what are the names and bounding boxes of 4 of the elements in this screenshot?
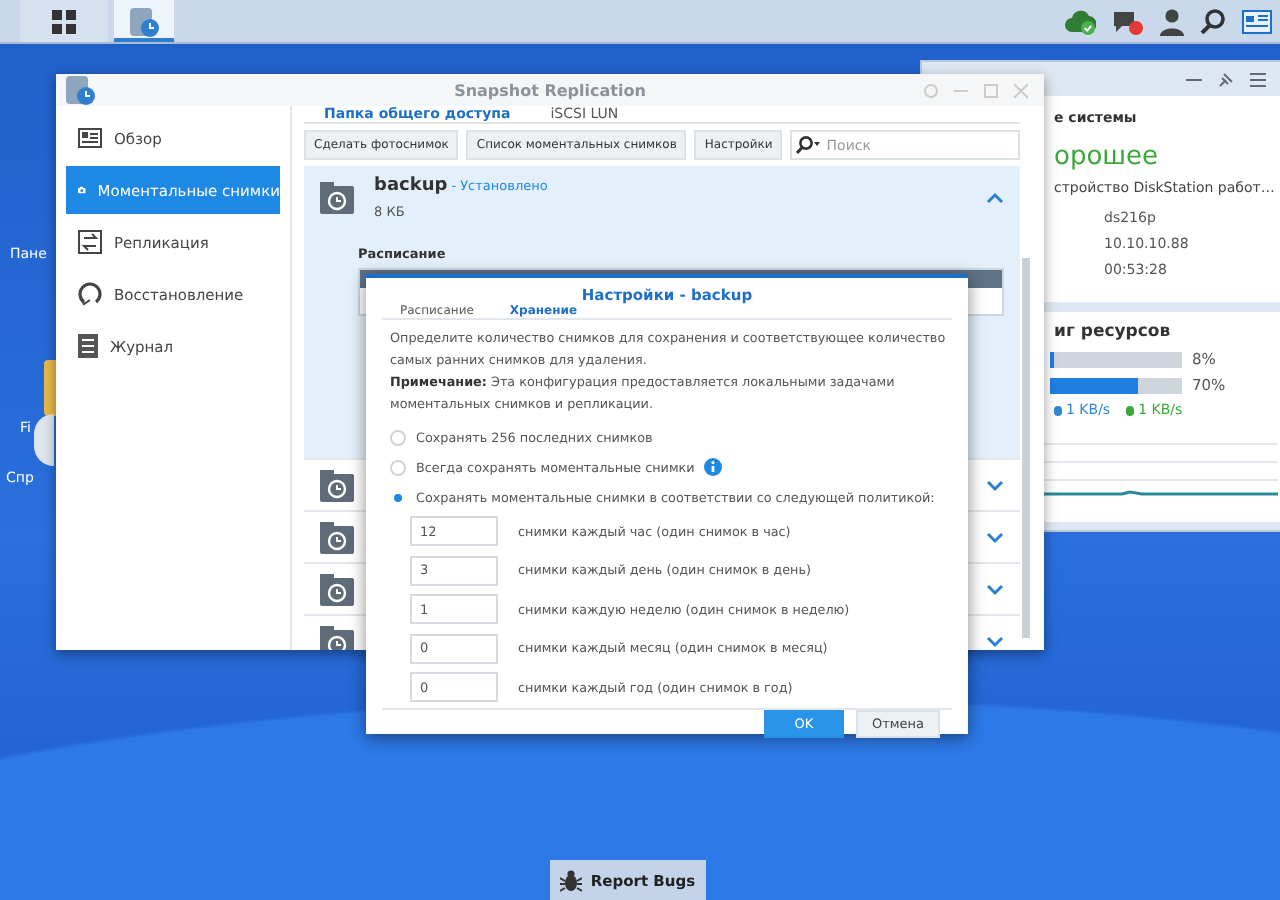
share-name: backup: [374, 176, 448, 196]
health-status: орошее: [1054, 142, 1161, 172]
section-heading: иг ресурсов: [1054, 322, 1173, 342]
window-title: Snapshot Replication: [452, 81, 648, 99]
